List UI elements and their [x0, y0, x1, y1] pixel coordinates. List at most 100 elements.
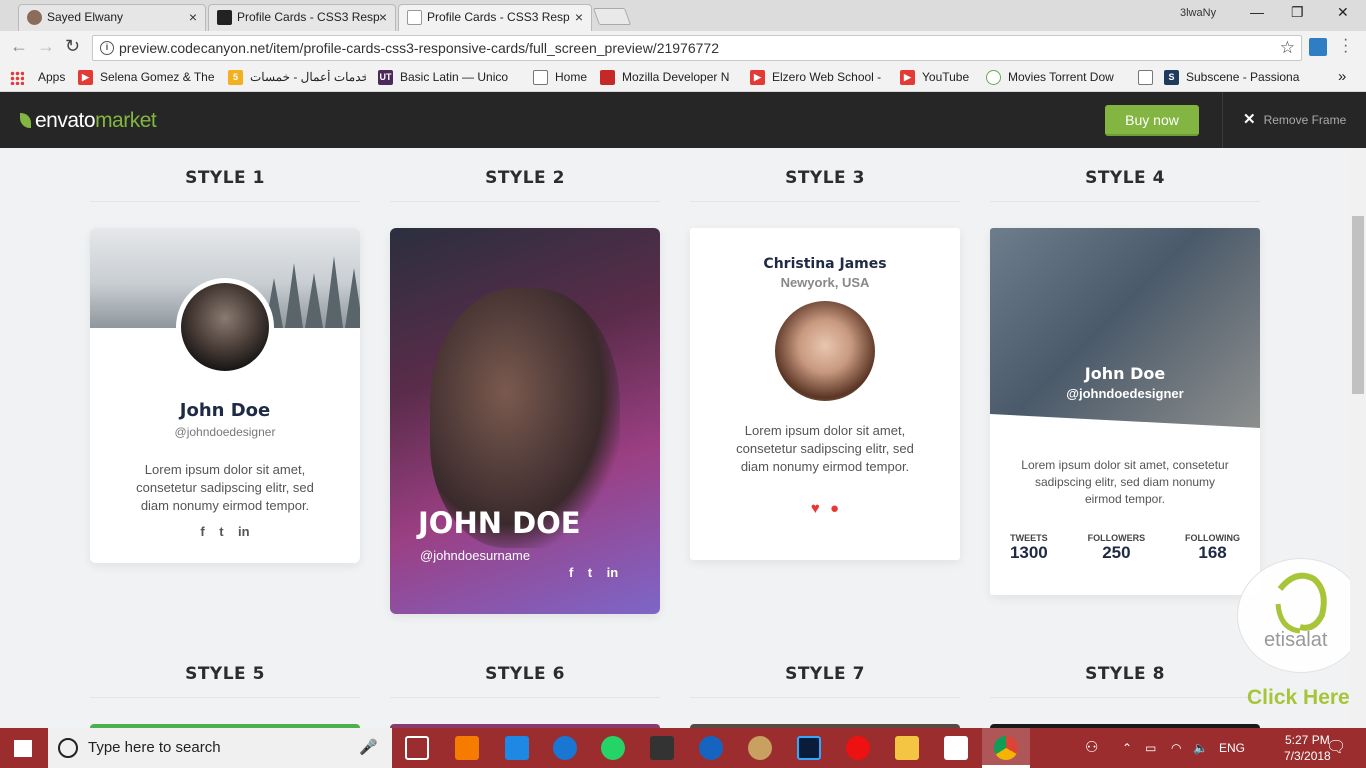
app-icon[interactable] [505, 736, 529, 760]
paint-icon[interactable] [748, 736, 772, 760]
facebook-icon[interactable]: f [200, 524, 204, 539]
battery-icon[interactable]: ▭ [1145, 728, 1156, 768]
wifi-icon[interactable]: ◠ [1171, 728, 1181, 768]
bookmark-mozilla[interactable]: Mozilla Developer N [600, 70, 738, 88]
app-icon[interactable] [944, 736, 968, 760]
new-tab-button[interactable] [592, 8, 632, 25]
facebook-icon[interactable]: f [569, 565, 573, 580]
tab-profile-cards-2[interactable]: Profile Cards - CSS3 Resp × [398, 4, 592, 31]
style-7-heading: STYLE 7 [690, 664, 960, 698]
twitter-icon[interactable]: t [219, 524, 223, 539]
notifications-icon[interactable]: 🗨 [1326, 728, 1346, 768]
mozilla-icon [600, 70, 615, 85]
close-icon: ✕ [1243, 111, 1256, 128]
bookmark-youtube[interactable]: ▶ YouTube [900, 70, 980, 88]
more-bookmarks-icon[interactable]: » [1338, 68, 1346, 85]
buy-now-button[interactable]: Buy now [1105, 105, 1199, 136]
youtube-icon: ▶ [78, 70, 93, 85]
codecanyon-icon [217, 10, 232, 25]
tab-profile-cards-1[interactable]: Profile Cards - CSS3 Resp × [208, 4, 396, 31]
reload-icon[interactable]: ↻ [65, 36, 80, 57]
chrome-icon [994, 736, 1018, 760]
bookmark-khamsat[interactable]: 5 خدمات أعمال - خمسات [228, 70, 366, 88]
scrollbar-thumb[interactable] [1352, 216, 1364, 394]
extension-icon[interactable] [1309, 38, 1327, 56]
browser-menu-icon[interactable]: · · · [1343, 32, 1348, 60]
address-bar[interactable]: i preview.codecanyon.net/item/profile-ca… [92, 35, 1302, 61]
style-4-heading: STYLE 4 [990, 168, 1260, 202]
browser-tab-strip: Sayed Elwany × Profile Cards - CSS3 Resp… [0, 0, 1366, 31]
profile-stats: TWEETS 1300 FOLLOWERS 250 FOLLOWING 168 [990, 533, 1260, 563]
taskbar-search[interactable]: Type here to search 🎤 [48, 728, 392, 768]
minimize-icon[interactable]: — [1250, 4, 1264, 20]
twitter-icon[interactable]: t [588, 565, 592, 580]
close-tab-icon[interactable]: × [575, 5, 583, 29]
info-icon[interactable]: i [100, 41, 114, 55]
stat-following: FOLLOWING 168 [1185, 533, 1241, 562]
profile-card-style-4: John Doe @johndoedesigner Lorem ipsum do… [990, 228, 1260, 595]
xampp-icon[interactable] [455, 736, 479, 760]
profile-handle: @johndoesurname [420, 548, 531, 563]
style-2-heading: STYLE 2 [390, 168, 660, 202]
close-tab-icon[interactable]: × [189, 5, 197, 29]
windows-start-icon[interactable] [14, 740, 32, 757]
bookmark-movies-torrent[interactable]: Movies Torrent Dow [986, 70, 1124, 88]
envato-logo[interactable]: envatomarket [20, 109, 157, 133]
heart-icon[interactable]: ♥ [811, 500, 820, 517]
windows-taskbar: Type here to search 🎤 ⚇ ⌃ ▭ ◠ 🔈 ENG 5:27… [0, 728, 1366, 768]
chrome-taskbar-button[interactable] [982, 728, 1030, 768]
people-icon[interactable]: ⚇ [1085, 728, 1098, 768]
close-window-icon[interactable]: ✕ [1337, 4, 1349, 21]
media-player-icon[interactable] [650, 736, 674, 760]
bookmark-subscene[interactable]: S Subscene - Passiona [1164, 70, 1302, 88]
style-5-heading: STYLE 5 [90, 664, 360, 698]
profile-location: Newyork, USA [780, 275, 870, 290]
profile-name: JOHN DOE [418, 506, 581, 540]
profile-name[interactable]: 3lwaNy [1180, 7, 1216, 19]
show-hidden-icons[interactable]: ⌃ [1122, 728, 1132, 768]
microphone-icon[interactable]: 🎤 [359, 728, 378, 768]
stat-tweets: TWEETS 1300 [1009, 533, 1048, 562]
remove-frame-button[interactable]: ✕ Remove Frame [1222, 92, 1346, 148]
forward-icon[interactable]: → [37, 36, 55, 57]
tab-title: Profile Cards - CSS3 Resp [237, 10, 380, 24]
file-explorer-icon[interactable] [895, 736, 919, 760]
comment-icon[interactable]: ● [830, 500, 839, 517]
bookmark-home[interactable]: Home [533, 70, 593, 88]
language-indicator[interactable]: ENG [1219, 728, 1245, 768]
clock[interactable]: 5:27 PM 7/3/2018 [1284, 732, 1331, 764]
photoshop-icon[interactable] [797, 736, 821, 760]
edge-icon[interactable] [553, 736, 577, 760]
back-icon[interactable]: ← [10, 36, 28, 57]
youtube-icon: ▶ [750, 70, 765, 85]
linkedin-icon[interactable]: in [607, 565, 619, 580]
bookmark-star-icon[interactable]: ☆ [1280, 36, 1295, 60]
page-scrollbar[interactable] [1350, 148, 1366, 728]
bookmark-basic-latin[interactable]: UT Basic Latin — Unico [378, 70, 515, 88]
bookmark-apps[interactable]: Apps [10, 70, 65, 88]
avatar [176, 278, 274, 376]
bookmarks-bar: Apps ▶ Selena Gomez & The 5 خدمات أعمال … [0, 64, 1366, 92]
style-1-heading: STYLE 1 [90, 168, 360, 202]
close-tab-icon[interactable]: × [379, 5, 387, 29]
restore-icon[interactable]: ❐ [1291, 4, 1304, 21]
etisalat-ad[interactable]: etisalat [1237, 558, 1365, 673]
linkedin-icon[interactable]: in [238, 524, 250, 539]
page-icon [533, 70, 548, 85]
tab-sayed-elwany[interactable]: Sayed Elwany × [18, 4, 206, 31]
firefox-icon[interactable] [699, 736, 723, 760]
browser-toolbar: ← → ↻ i preview.codecanyon.net/item/prof… [0, 31, 1366, 64]
click-here-link[interactable]: Click Here [1247, 686, 1350, 710]
opera-icon[interactable] [846, 736, 870, 760]
profile-bio: Lorem ipsum dolor sit amet, consetetur s… [136, 462, 314, 513]
leaf-icon [20, 113, 31, 128]
bookmark-selena[interactable]: ▶ Selena Gomez & The [78, 70, 215, 88]
whatsapp-icon[interactable] [601, 736, 625, 760]
volume-icon[interactable]: 🔈 [1193, 728, 1208, 768]
etisalat-brand: etisalat [1264, 629, 1328, 651]
social-links: f t in [90, 523, 360, 541]
bookmark-page[interactable] [1138, 70, 1160, 88]
profile-card-style-1: John Doe @johndoedesigner Lorem ipsum do… [90, 228, 360, 563]
bookmark-elzero[interactable]: ▶ Elzero Web School - [750, 70, 888, 88]
task-view-icon[interactable] [405, 736, 429, 760]
